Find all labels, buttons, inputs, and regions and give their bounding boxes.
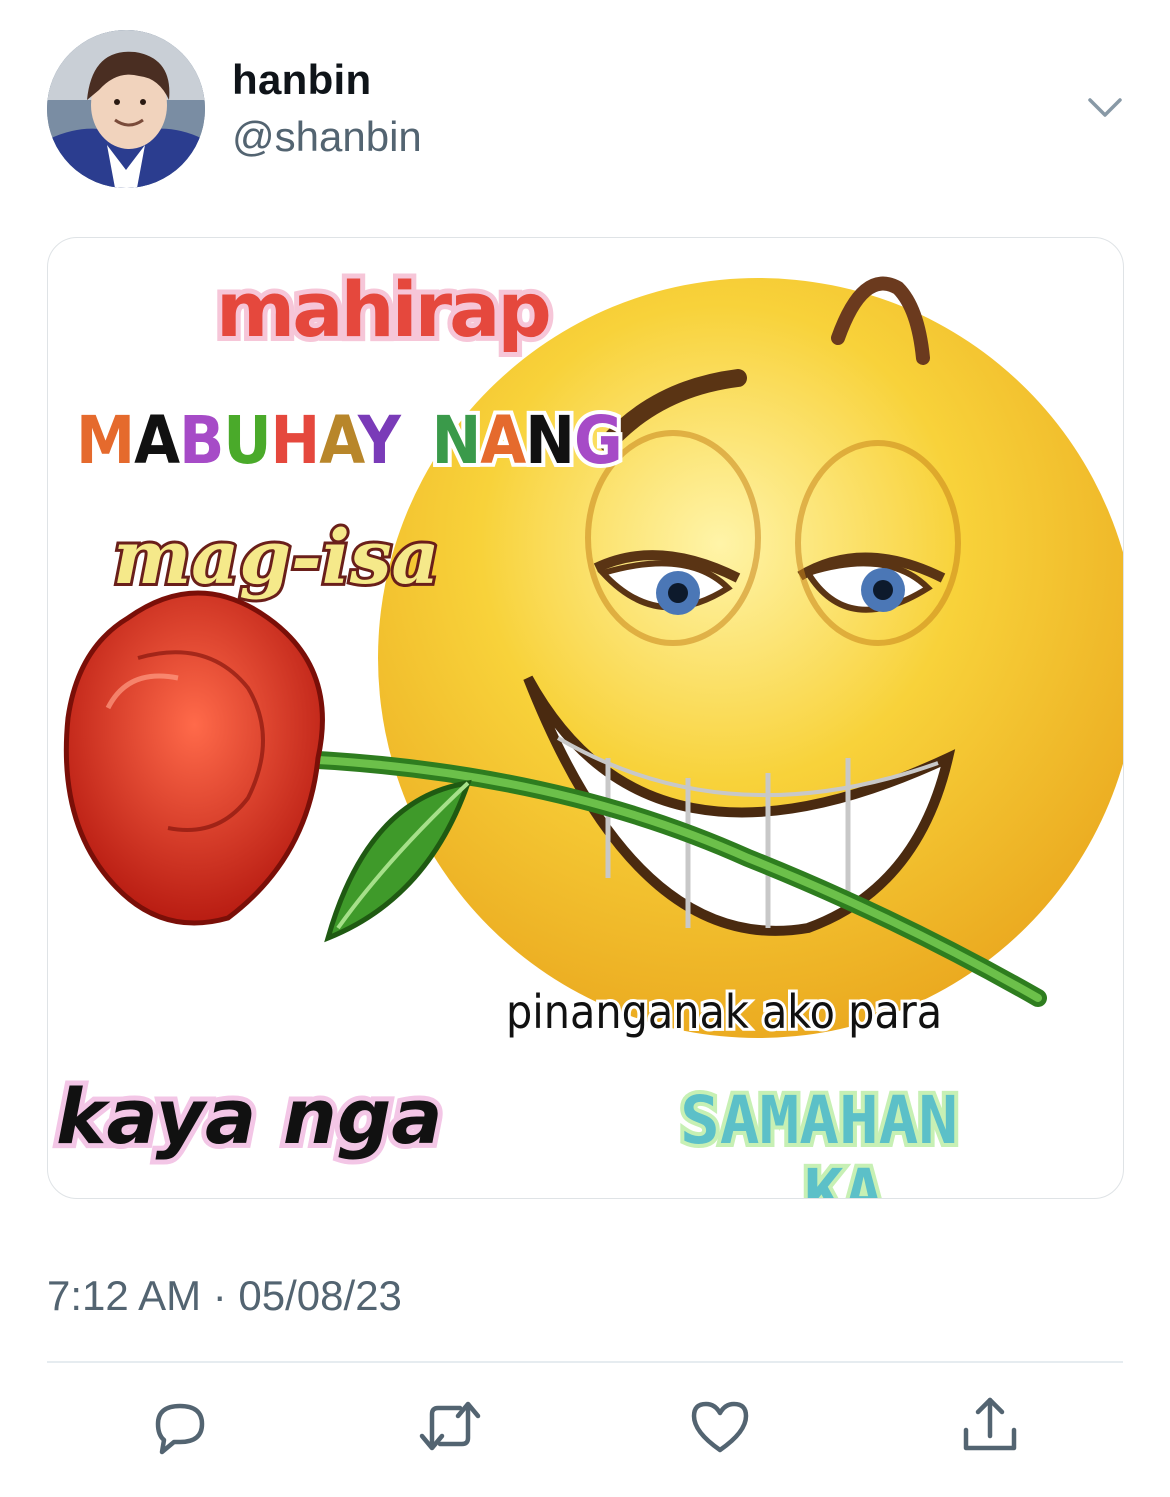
action-bar: [0, 1390, 1170, 1470]
divider: [47, 1361, 1123, 1363]
avatar[interactable]: [47, 30, 205, 188]
like-icon[interactable]: [684, 1390, 756, 1462]
meme-text-samahan: SAMAHAN: [680, 1082, 958, 1159]
tweet-header: hanbin @shanbin: [0, 0, 1170, 220]
tweet-timestamp[interactable]: 7:12 AM · 05/08/23: [47, 1272, 402, 1320]
user-handle[interactable]: @shanbin: [232, 113, 422, 161]
chevron-down-icon[interactable]: [1082, 88, 1128, 128]
meme-text-kaya-nga: kaya nga: [56, 1072, 443, 1161]
smirking-emoji-icon: [378, 276, 1123, 1038]
retweet-icon[interactable]: [414, 1390, 486, 1462]
meme-text-pinanganak: pinanganak ako para: [506, 985, 942, 1039]
share-icon[interactable]: [954, 1390, 1026, 1462]
svg-text:MABUHAY NANG: MABUHAY NANG: [76, 402, 622, 479]
meme-text-ka: KA: [804, 1155, 883, 1198]
reply-icon[interactable]: [144, 1390, 216, 1462]
meme-text-mabuhay-nang: MABUHAY NANG: [72, 398, 627, 483]
meme-text-mag-isa: mag-isa: [113, 515, 439, 601]
meme-text-mahirap: mahirap: [216, 265, 549, 354]
tweet-media[interactable]: mahirap MABUHAY NANG mag-isa pinanganak …: [47, 237, 1124, 1199]
display-name[interactable]: hanbin: [232, 56, 371, 104]
